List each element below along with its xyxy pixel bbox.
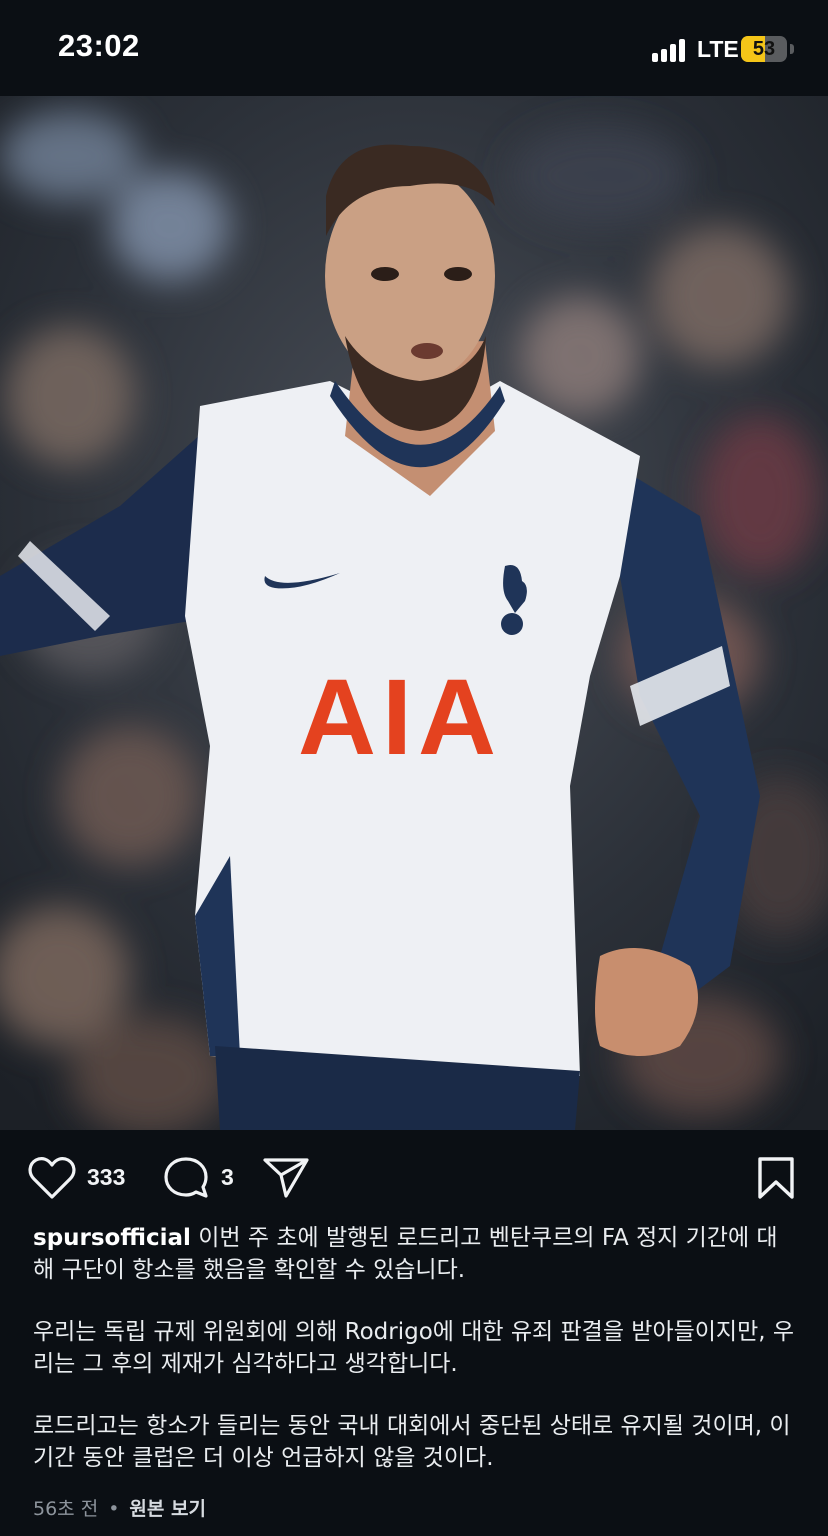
battery-tip (790, 44, 794, 54)
signal-strength-icon (652, 38, 692, 62)
post-meta: 56초 전 • 원본 보기 (33, 1494, 206, 1521)
post-image[interactable]: AIA (0, 96, 828, 1130)
bookmark-outline-icon[interactable] (756, 1156, 796, 1204)
view-original-link[interactable]: 원본 보기 (129, 1498, 206, 1520)
like-count[interactable]: 333 (87, 1164, 125, 1191)
post-caption: spursofficial 이번 주 초에 발행된 로드리고 벤탄쿠르의 FA … (33, 1222, 795, 1504)
battery-level: 53 (752, 38, 776, 60)
network-type: LTE (697, 36, 739, 62)
jersey-sponsor-text: AIA (298, 656, 502, 777)
post-timestamp: 56초 전 (33, 1498, 99, 1520)
meta-separator: • (108, 1498, 120, 1520)
caption-paragraph-2: 우리는 독립 규제 위원회에 의해 Rodrigo에 대한 유죄 판결을 받아들… (33, 1319, 795, 1377)
status-bar: 23:02 LTE 53 (0, 0, 828, 96)
battery-icon: 53 (741, 36, 787, 62)
paper-plane-icon[interactable] (262, 1156, 310, 1204)
caption-paragraph-3: 로드리고는 항소가 들리는 동안 국내 대회에서 중단된 상태로 유지될 것이며… (33, 1413, 791, 1471)
username-link[interactable]: spursofficial (33, 1225, 191, 1251)
player-photo: AIA (0, 96, 828, 1130)
hand (595, 948, 698, 1056)
caption-paragraph-1: spursofficial 이번 주 초에 발행된 로드리고 벤탄쿠르의 FA … (33, 1222, 795, 1286)
comment-bubble-icon[interactable] (163, 1156, 211, 1204)
post-action-bar: 333 3 (0, 1150, 828, 1208)
status-time: 23:02 (58, 28, 140, 63)
comment-count[interactable]: 3 (221, 1164, 234, 1191)
heart-outline-icon[interactable] (28, 1156, 76, 1204)
